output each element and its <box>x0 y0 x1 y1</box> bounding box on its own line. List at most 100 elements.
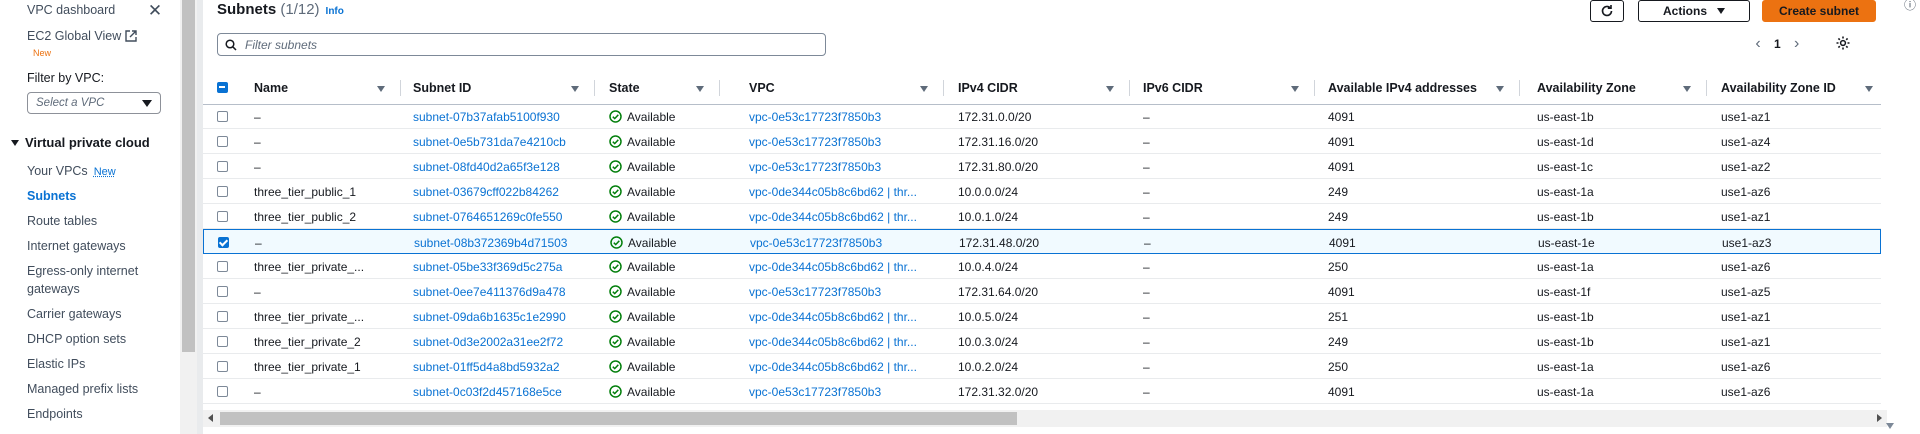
select-all-checkbox[interactable] <box>217 82 228 93</box>
nav-endpoints[interactable]: Endpoints <box>27 405 83 423</box>
cell-subnet-id[interactable]: subnet-0e5b731da7e4210cb <box>413 129 603 154</box>
cell-subnet-id[interactable]: subnet-01ff5d4a8bd5932a2 <box>413 354 603 379</box>
cell-subnet-id-text[interactable]: subnet-07b37afab5100f930 <box>413 110 560 124</box>
cell-subnet-id-text[interactable]: subnet-0c03f2d457168e5ce <box>413 385 562 399</box>
cell-vpc-text[interactable]: vpc-0de344c05b8c6bd62 | thr... <box>749 210 917 224</box>
column-resizer[interactable] <box>1706 80 1707 96</box>
cell-vpc[interactable]: vpc-0de344c05b8c6bd62 | thr... <box>749 179 944 204</box>
cell-subnet-id-text[interactable]: subnet-05be33f369d5c275a <box>413 260 562 274</box>
cell-vpc[interactable]: vpc-0de344c05b8c6bd62 | thr... <box>749 254 944 279</box>
cell-vpc[interactable]: vpc-0e53c17723f7850b3 <box>749 379 944 404</box>
column-header-ipv4-cidr[interactable]: IPv4 CIDR <box>958 72 1130 104</box>
column-resizer[interactable] <box>719 80 720 96</box>
cell-subnet-id-text[interactable]: subnet-09da6b1635c1e2990 <box>413 310 566 324</box>
nav-elastic-ips[interactable]: Elastic IPs <box>27 355 85 373</box>
cell-subnet-id-text[interactable]: subnet-08b372369b4d71503 <box>414 236 567 250</box>
cell-subnet-id[interactable]: subnet-08fd40d2a65f3e128 <box>413 154 603 179</box>
column-header-availability-zone-id[interactable]: Availability Zone ID <box>1721 72 1881 104</box>
table-row[interactable]: three_tier_private_1 subnet-01ff5d4a8bd59… <box>203 354 1881 379</box>
row-checkbox[interactable] <box>217 361 228 372</box>
cell-subnet-id[interactable]: subnet-09da6b1635c1e2990 <box>413 304 603 329</box>
cell-subnet-id[interactable]: subnet-07b37afab5100f930 <box>413 104 603 129</box>
cell-vpc-text[interactable]: vpc-0e53c17723f7850b3 <box>749 385 881 399</box>
cell-subnet-id-text[interactable]: subnet-0d3e2002a31ee2f72 <box>413 335 563 349</box>
table-row[interactable]: three_tier_private_2 subnet-0d3e2002a31ee… <box>203 329 1881 354</box>
cell-subnet-id-text[interactable]: subnet-0e5b731da7e4210cb <box>413 135 566 149</box>
cell-vpc-text[interactable]: vpc-0e53c17723f7850b3 <box>749 110 881 124</box>
row-checkbox[interactable] <box>217 311 228 322</box>
create-subnet-button[interactable]: Create subnet <box>1762 0 1876 22</box>
cell-vpc-text[interactable]: vpc-0e53c17723f7850b3 <box>749 135 881 149</box>
cell-vpc-text[interactable]: vpc-0de344c05b8c6bd62 | thr... <box>749 260 917 274</box>
new-link[interactable]: New <box>94 166 116 178</box>
cell-vpc[interactable]: vpc-0de344c05b8c6bd62 | thr... <box>749 204 944 229</box>
cell-subnet-id[interactable]: subnet-05be33f369d5c275a <box>413 254 603 279</box>
cell-vpc[interactable]: vpc-0de344c05b8c6bd62 | thr... <box>749 329 944 354</box>
column-header-vpc[interactable]: VPC <box>749 72 944 104</box>
cell-vpc[interactable]: vpc-0de344c05b8c6bd62 | thr... <box>749 304 944 329</box>
row-checkbox[interactable] <box>217 211 228 222</box>
cell-vpc-text[interactable]: vpc-0e53c17723f7850b3 <box>749 160 881 174</box>
row-checkbox[interactable] <box>217 261 228 272</box>
cell-vpc-text[interactable]: vpc-0de344c05b8c6bd62 | thr... <box>749 360 917 374</box>
sidebar-scrollbar[interactable] <box>180 0 197 434</box>
sort-icon[interactable] <box>1865 86 1873 92</box>
sort-icon[interactable] <box>1106 86 1114 92</box>
scrollbar-thumb[interactable] <box>182 0 195 352</box>
nav-route-tables[interactable]: Route tables <box>27 212 97 230</box>
nav-vpc-dashboard[interactable]: VPC dashboard <box>27 1 115 19</box>
cell-subnet-id[interactable]: subnet-0d3e2002a31ee2f72 <box>413 329 603 354</box>
cell-vpc[interactable]: vpc-0e53c17723f7850b3 <box>750 230 945 255</box>
column-resizer[interactable] <box>943 80 944 96</box>
filter-subnets-input[interactable]: Filter subnets <box>217 33 826 56</box>
cell-subnet-id[interactable]: subnet-0c03f2d457168e5ce <box>413 379 603 404</box>
nav-internet-gateways[interactable]: Internet gateways <box>27 237 126 255</box>
row-checkbox[interactable] <box>217 136 228 147</box>
cell-vpc[interactable]: vpc-0e53c17723f7850b3 <box>749 154 944 179</box>
cell-subnet-id[interactable]: subnet-0764651269c0fe550 <box>413 204 603 229</box>
column-header-available-ipv4[interactable]: Available IPv4 addresses <box>1328 72 1520 104</box>
row-checkbox[interactable] <box>217 186 228 197</box>
table-row[interactable]: three_tier_public_2 subnet-0764651269c0fe… <box>203 204 1881 229</box>
table-row[interactable]: three_tier_private_... subnet-09da6b1635c… <box>203 304 1881 329</box>
sort-icon[interactable] <box>1291 86 1299 92</box>
table-row[interactable]: – subnet-07b37afab5100f930 Available vpc-0e… <box>203 104 1881 129</box>
cell-subnet-id[interactable]: subnet-03679cff022b84262 <box>413 179 603 204</box>
column-resizer[interactable] <box>1519 80 1520 96</box>
row-checkbox[interactable] <box>218 237 229 248</box>
cell-subnet-id-text[interactable]: subnet-0764651269c0fe550 <box>413 210 562 224</box>
nav-egress-only-internet-gateways[interactable]: Egress-only internet <box>27 262 138 280</box>
nav-subnets[interactable]: Subnets <box>27 187 76 205</box>
column-header-availability-zone[interactable]: Availability Zone <box>1537 72 1707 104</box>
column-resizer[interactable] <box>594 80 595 96</box>
cell-vpc-text[interactable]: vpc-0de344c05b8c6bd62 | thr... <box>749 310 917 324</box>
table-row[interactable]: – subnet-08fd40d2a65f3e128 Available vpc-0e… <box>203 154 1881 179</box>
table-row[interactable]: three_tier_public_1 subnet-03679cff022b84… <box>203 179 1881 204</box>
nav-dhcp-option-sets[interactable]: DHCP option sets <box>27 330 126 348</box>
cell-vpc-text[interactable]: vpc-0de344c05b8c6bd62 | thr... <box>749 335 917 349</box>
table-row[interactable]: – subnet-0ee7e411376d9a478 Available vpc-0e… <box>203 279 1881 304</box>
table-row[interactable]: – subnet-0e5b731da7e4210cb Available vpc-0e… <box>203 129 1881 154</box>
nav-managed-prefix-lists[interactable]: Managed prefix lists <box>27 380 138 398</box>
sort-icon[interactable] <box>1683 86 1691 92</box>
nav-carrier-gateways[interactable]: Carrier gateways <box>27 305 121 323</box>
row-checkbox[interactable] <box>217 286 228 297</box>
cell-subnet-id-text[interactable]: subnet-03679cff022b84262 <box>413 185 559 199</box>
cell-vpc-text[interactable]: vpc-0e53c17723f7850b3 <box>750 236 882 250</box>
column-resizer[interactable] <box>1314 80 1315 96</box>
cell-subnet-id-text[interactable]: subnet-01ff5d4a8bd5932a2 <box>413 360 560 374</box>
cell-subnet-id[interactable]: subnet-0ee7e411376d9a478 <box>413 279 603 304</box>
sort-icon[interactable] <box>920 86 928 92</box>
column-header-ipv6-cidr[interactable]: IPv6 CIDR <box>1143 72 1315 104</box>
scroll-right-icon[interactable] <box>1877 414 1882 422</box>
table-row[interactable]: – subnet-08b372369b4d71503 Available vpc-0e… <box>203 229 1881 254</box>
table-row[interactable]: three_tier_private_... subnet-05be33f369d… <box>203 254 1881 279</box>
info-link[interactable]: Info <box>326 6 344 17</box>
sort-icon[interactable] <box>1496 86 1504 92</box>
actions-button[interactable]: Actions <box>1638 0 1750 22</box>
cell-vpc-text[interactable]: vpc-0de344c05b8c6bd62 | thr... <box>749 185 917 199</box>
cell-vpc[interactable]: vpc-0e53c17723f7850b3 <box>749 129 944 154</box>
chevron-left-icon[interactable]: ‹ <box>1748 35 1768 53</box>
row-checkbox[interactable] <box>217 161 228 172</box>
nav-ec2-global-view[interactable]: EC2 Global View <box>27 27 137 45</box>
